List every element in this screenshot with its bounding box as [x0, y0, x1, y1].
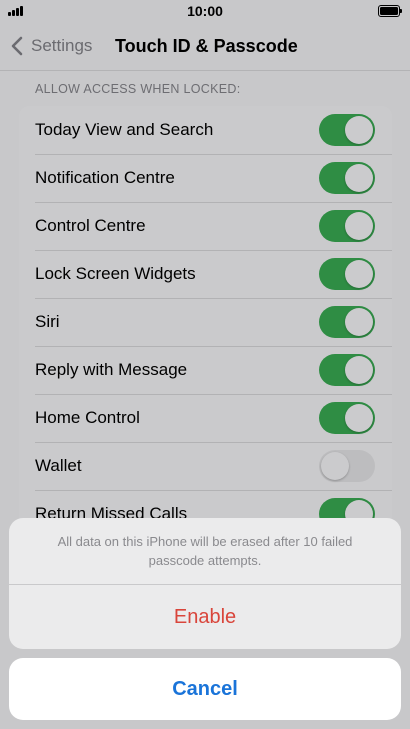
- settings-list: Today View and Search Notification Centr…: [19, 106, 392, 538]
- setting-label: Home Control: [35, 408, 140, 427]
- wallet-toggle[interactable]: [319, 450, 375, 482]
- setting-label: Wallet: [35, 456, 82, 475]
- setting-label: Lock Screen Widgets: [35, 264, 196, 283]
- status-time: 10:00: [187, 3, 223, 19]
- setting-row-control-centre: Control Centre: [19, 202, 392, 250]
- setting-label: Reply with Message: [35, 360, 188, 379]
- section-header: ALLOW ACCESS WHEN LOCKED:: [35, 82, 241, 96]
- setting-label: Control Centre: [35, 216, 146, 235]
- home-control-toggle[interactable]: [319, 402, 375, 434]
- enable-button[interactable]: Enable: [9, 585, 401, 649]
- action-sheet: All data on this iPhone will be erased a…: [9, 518, 401, 649]
- today-view-toggle[interactable]: [319, 114, 375, 146]
- setting-row-home-control: Home Control: [19, 394, 392, 442]
- control-centre-toggle[interactable]: [319, 210, 375, 242]
- battery-full-icon: [378, 5, 402, 17]
- notification-centre-toggle[interactable]: [319, 162, 375, 194]
- setting-label: Notification Centre: [35, 168, 175, 187]
- cancel-button[interactable]: Cancel: [9, 658, 401, 720]
- back-label: Settings: [31, 36, 93, 55]
- reply-with-message-toggle[interactable]: [319, 354, 375, 386]
- setting-row-notification-centre: Notification Centre: [19, 154, 392, 202]
- navigation-bar: Settings Touch ID & Passcode: [0, 22, 410, 71]
- siri-toggle[interactable]: [319, 306, 375, 338]
- setting-row-wallet: Wallet: [19, 442, 392, 490]
- setting-row-lock-screen-widgets: Lock Screen Widgets: [19, 250, 392, 298]
- back-button[interactable]: Settings: [8, 32, 92, 60]
- status-bar: 10:00: [0, 0, 410, 22]
- setting-row-today-view: Today View and Search: [19, 106, 392, 154]
- lock-screen-widgets-toggle[interactable]: [319, 258, 375, 290]
- action-sheet-message: All data on this iPhone will be erased a…: [9, 518, 401, 585]
- cancel-label: Cancel: [172, 677, 238, 700]
- chevron-left-icon: [11, 36, 23, 56]
- setting-label: Today View and Search: [35, 120, 214, 139]
- setting-row-reply-with-message: Reply with Message: [19, 346, 392, 394]
- setting-label: Siri: [35, 312, 60, 331]
- setting-row-siri: Siri: [19, 298, 392, 346]
- page-title: Touch ID & Passcode: [115, 36, 298, 56]
